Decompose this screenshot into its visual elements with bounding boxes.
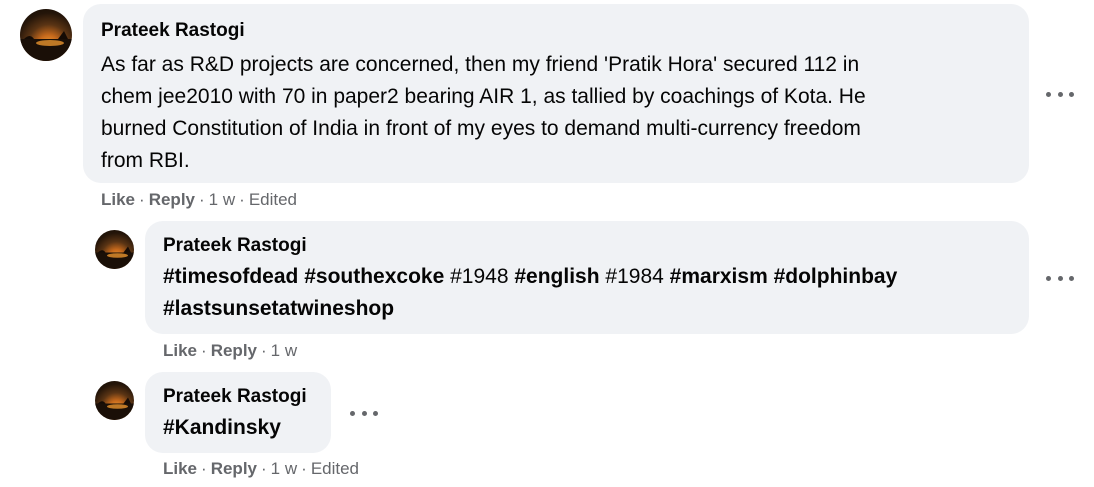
reply-bubble: Prateek Rastogi #timesofdead #southexcok… [145, 221, 1029, 334]
avatar[interactable] [20, 9, 72, 61]
edited-label: Edited [310, 459, 360, 478]
comment-text-line: from RBI. [101, 149, 190, 172]
timestamp[interactable]: 1 w [271, 459, 297, 478]
like-button[interactable]: Like [163, 459, 197, 478]
reply-button[interactable]: Reply [211, 341, 257, 360]
reply-button[interactable]: Reply [149, 190, 195, 209]
comment-actions: Like · Reply · 1 w · Edited [101, 190, 298, 209]
like-button[interactable]: Like [101, 190, 135, 209]
timestamp[interactable]: 1 w [271, 341, 297, 360]
comment-bubble: Prateek Rastogi As far as R&D projects a… [83, 4, 1029, 183]
hashtag[interactable]: #marxism [670, 265, 768, 288]
hashtag[interactable]: #lastsunsetatwineshop [163, 297, 394, 320]
comment-text-line: burned Constitution of India in front of… [101, 117, 861, 140]
sunset-avatar-image [20, 31, 72, 61]
more-options-icon[interactable] [1046, 87, 1074, 101]
comment-author[interactable]: Prateek Rastogi [163, 234, 1011, 258]
edited-label: Edited [248, 190, 298, 209]
hashtag[interactable]: #1948 [450, 265, 508, 288]
comment-author[interactable]: Prateek Rastogi [163, 385, 313, 409]
timestamp[interactable]: 1 w [209, 190, 235, 209]
sunset-avatar-image [95, 246, 134, 269]
more-options-icon[interactable] [1046, 271, 1074, 285]
comment-text-line: As far as R&D projects are concerned, th… [101, 53, 860, 76]
like-button[interactable]: Like [163, 341, 197, 360]
sunset-avatar-image [95, 397, 134, 420]
comment-text-line: #lastsunsetatwineshop [163, 293, 1011, 325]
reply-bubble: Prateek Rastogi #Kandinsky [145, 372, 331, 453]
comment-text: As far as R&D projects are concerned, th… [101, 49, 1011, 177]
reply-button[interactable]: Reply [211, 459, 257, 478]
comment-text-line: #timesofdead #southexcoke #1948 #english… [163, 261, 1011, 293]
comment-actions: Like · Reply · 1 w [163, 341, 298, 360]
comment-text: #Kandinsky [163, 412, 313, 444]
hashtag[interactable]: #english [514, 265, 599, 288]
comment-text-line: chem jee2010 with 70 in paper2 bearing A… [101, 85, 866, 108]
avatar[interactable] [95, 230, 134, 269]
hashtag[interactable]: #dolphinbay [774, 265, 898, 288]
hashtag[interactable]: #southexcoke [304, 265, 444, 288]
avatar[interactable] [95, 381, 134, 420]
hashtag[interactable]: #timesofdead [163, 265, 298, 288]
comment-text: #timesofdead #southexcoke #1948 #english… [163, 261, 1011, 325]
more-options-icon[interactable] [350, 406, 378, 420]
comment-actions: Like · Reply · 1 w · Edited [163, 459, 360, 478]
hashtag[interactable]: #Kandinsky [163, 416, 281, 439]
comment-author[interactable]: Prateek Rastogi [101, 19, 1011, 43]
hashtag[interactable]: #1984 [605, 265, 663, 288]
